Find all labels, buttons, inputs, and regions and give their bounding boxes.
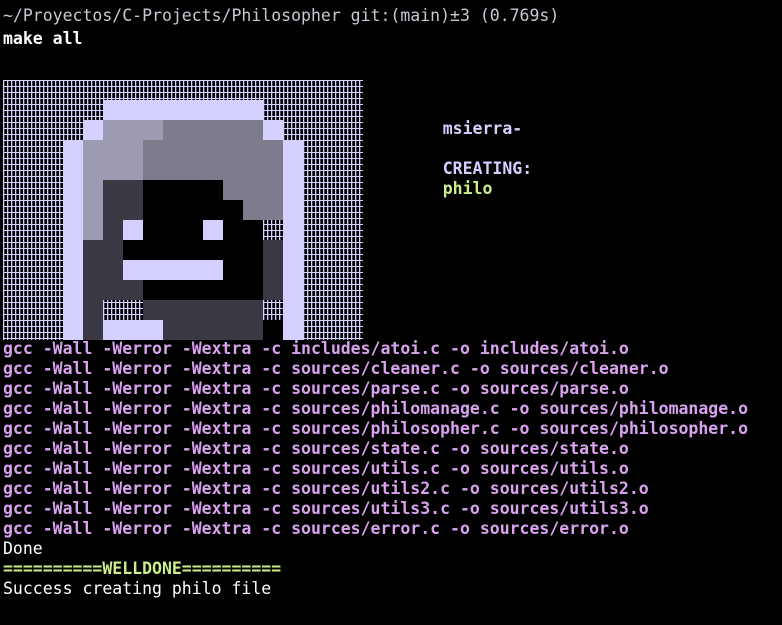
pixel-avatar-icon [3,80,363,340]
success-message: Success creating philo file [3,579,272,598]
author-name: msierra- [442,119,523,138]
creating-label: CREATING: [442,159,533,178]
shell-command: make all [3,29,83,48]
done-message: Done [3,539,43,558]
shell-prompt: ~/Proyectos/C-Projects/Philosopher git:(… [3,6,560,25]
terminal-window: ~/Proyectos/C-Projects/Philosopher git:(… [0,0,782,625]
compile-line: gcc -Wall -Werror -Wextra -c sources/sta… [3,439,629,458]
compile-line: gcc -Wall -Werror -Wextra -c sources/err… [3,519,629,538]
compile-line: gcc -Wall -Werror -Wextra -c includes/at… [3,339,629,358]
compile-line: gcc -Wall -Werror -Wextra -c sources/phi… [3,419,749,438]
compile-line: gcc -Wall -Werror -Wextra -c sources/par… [3,379,629,398]
compile-line: gcc -Wall -Werror -Wextra -c sources/uti… [3,479,649,498]
creating-value: philo [442,179,493,198]
creating-status: CREATING: philo [403,139,532,198]
compile-line: gcc -Wall -Werror -Wextra -c sources/uti… [3,459,629,478]
compile-line: gcc -Wall -Werror -Wextra -c sources/cle… [3,359,669,378]
welldone-banner: ==========WELLDONE========== [3,559,282,578]
compile-line: gcc -Wall -Werror -Wextra -c sources/uti… [3,499,649,518]
compile-line: gcc -Wall -Werror -Wextra -c sources/phi… [3,399,749,418]
